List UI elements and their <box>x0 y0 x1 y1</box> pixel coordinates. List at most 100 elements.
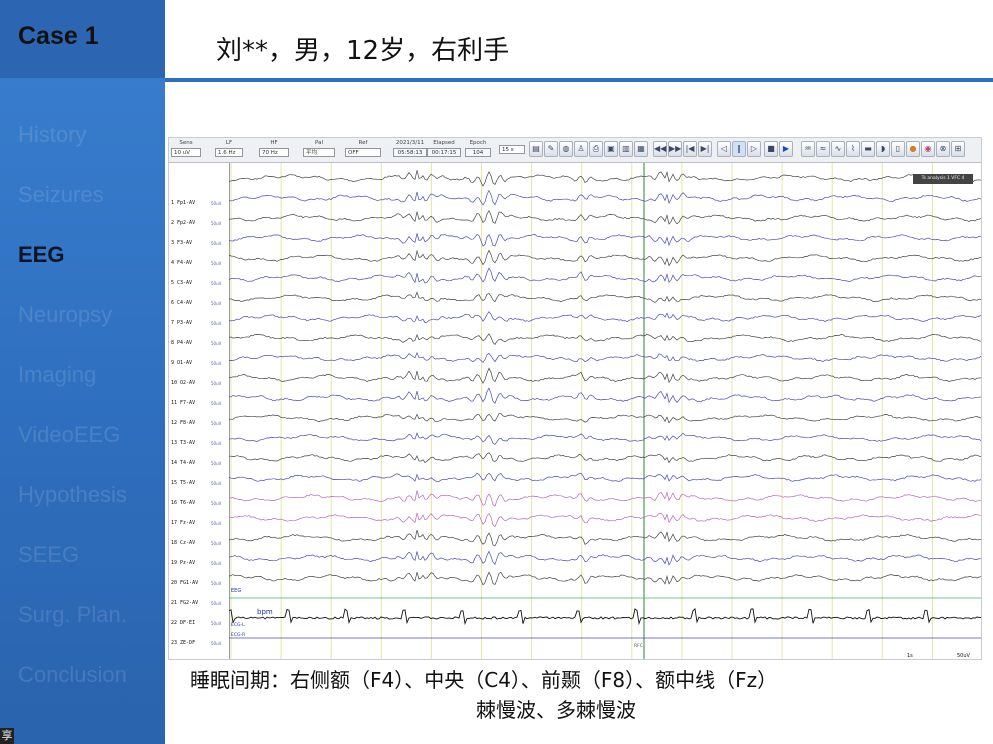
nav-item-videoeeg[interactable]: VideoEEG <box>18 422 120 448</box>
fast-forward-icon[interactable]: ▶▶ <box>668 141 682 157</box>
eeg-toolbar: Sens 10 uV LF 1.6 Hz HF 70 Hz Pal 平均 Ref… <box>169 138 981 163</box>
nav-item-seizures[interactable]: Seizures <box>18 182 104 208</box>
channel-label[interactable]: 5 C3-AV <box>171 280 192 286</box>
channel-label[interactable]: 13 T3-AV <box>171 440 195 446</box>
elapsed-field: Elapsed 00:17:15 <box>427 140 461 157</box>
channel-label[interactable]: 16 T6-AV <box>171 500 195 506</box>
note-icon[interactable]: ▤ <box>529 141 543 157</box>
color-map-icon[interactable]: ◉ <box>921 141 935 157</box>
channel-label[interactable]: 8 P4-AV <box>171 340 192 346</box>
channel-label[interactable]: 2 Fp2-AV <box>171 220 195 226</box>
channel-scale: 50uV <box>211 581 222 586</box>
skip-end-icon[interactable]: ▶| <box>698 141 712 157</box>
spectrum-icon[interactable]: ∿ <box>831 141 845 157</box>
hf-select[interactable]: 70 Hz <box>259 148 289 157</box>
channel-label[interactable]: 1 Fp1-AV <box>171 200 195 206</box>
channel-label[interactable]: 15 T5-AV <box>171 480 195 486</box>
channel-scale: 50uV <box>211 481 222 486</box>
channel-label[interactable]: 4 F4-AV <box>171 260 192 266</box>
channel-label[interactable]: 6 C4-AV <box>171 300 192 306</box>
sens-select[interactable]: 10 uV <box>171 148 201 157</box>
printer-icon[interactable]: ⎙ <box>589 141 603 157</box>
layout-icon[interactable]: ⊞ <box>951 141 965 157</box>
ref-select[interactable]: OFF <box>345 148 381 157</box>
channel-label[interactable]: 11 F7-AV <box>171 400 195 406</box>
wave-icon[interactable]: ⌇ <box>846 141 860 157</box>
eeg-trace-area: EEG bpm ECG-L ECG-R RFC 1s 50uV <box>229 163 981 659</box>
eeg-trace <box>229 267 981 284</box>
channel-scale: 50uV <box>211 521 222 526</box>
eeg-trace <box>229 189 981 206</box>
draw-icon[interactable]: ✎ <box>544 141 558 157</box>
case-tab[interactable]: Case 1 <box>0 0 165 79</box>
play-icon[interactable]: ▶ <box>779 141 793 157</box>
pal-control: Pal 平均 <box>303 140 335 157</box>
pal-select[interactable]: 平均 <box>303 148 335 157</box>
channel-label[interactable]: 9 O1-AV <box>171 360 192 366</box>
channel-label[interactable]: 23 ZE-DF <box>171 640 195 646</box>
channel-label[interactable]: 22 DF-EI <box>171 620 195 626</box>
report-icon[interactable]: ▦ <box>634 141 648 157</box>
lf-select[interactable]: 1.6 Hz <box>215 148 243 157</box>
channel-scale: 50uV <box>211 501 222 506</box>
date-label: 2021/3/11 <box>395 140 425 146</box>
channel-label[interactable]: 21 FG2-AV <box>171 600 198 606</box>
nav-item-history[interactable]: History <box>18 122 86 148</box>
nav-item-surg-plan[interactable]: Surg. Plan. <box>18 602 127 628</box>
eeg-trace <box>229 233 981 247</box>
nav-item-seeg[interactable]: SEEG <box>18 542 79 568</box>
channel-label[interactable]: 20 FG1-AV <box>171 580 198 586</box>
channel-label[interactable]: 3 F3-AV <box>171 240 192 246</box>
ecg-trace <box>229 607 981 626</box>
step-back-icon[interactable]: ◁ <box>717 141 731 157</box>
document-icon[interactable]: ▯ <box>891 141 905 157</box>
pal-label: Pal <box>315 140 323 146</box>
nav-item-hypothesis[interactable]: Hypothesis <box>18 482 127 508</box>
eeg-trace <box>229 351 981 363</box>
globe-icon[interactable]: ◍ <box>559 141 573 157</box>
channel-label[interactable]: 19 Pz-AV <box>171 560 195 566</box>
clock-value: 05:58:13 <box>393 148 427 157</box>
channel-label[interactable]: 17 Fz-AV <box>171 520 195 526</box>
nav-item-eeg[interactable]: EEG <box>18 242 64 268</box>
channel-scale: 50uV <box>211 561 222 566</box>
title-underline <box>165 78 993 82</box>
stop-icon[interactable]: ■ <box>764 141 778 157</box>
sens-control: Sens 10 uV <box>171 140 201 157</box>
save-icon[interactable]: ▣ <box>604 141 618 157</box>
eeg-trace <box>229 512 981 528</box>
step-forward-icon[interactable]: ▷ <box>747 141 761 157</box>
person-icon[interactable]: ♙ <box>574 141 588 157</box>
lf-control: LF 1.6 Hz <box>215 140 243 157</box>
channel-scale: 50uV <box>211 301 222 306</box>
channel-label[interactable]: 18 Cz-AV <box>171 540 195 546</box>
slide-sidebar: Case 1 History Seizures EEG Neuropsy Ima… <box>0 0 165 744</box>
page-length-control: 15 s <box>499 145 525 154</box>
caption-line-2: 棘慢波、多棘慢波 <box>476 698 636 722</box>
channel-label[interactable]: 14 T4-AV <box>171 460 195 466</box>
tag-icon[interactable]: ◗ <box>876 141 890 157</box>
nav-item-neuropsy[interactable]: Neuropsy <box>18 302 112 328</box>
pause-icon[interactable]: ‖ <box>732 141 746 157</box>
chart-icon[interactable]: ▥ <box>619 141 633 157</box>
filter-icon[interactable]: ≈ <box>816 141 830 157</box>
ruler-icon[interactable]: ▬ <box>861 141 875 157</box>
channel-label[interactable]: 10 O2-AV <box>171 380 195 386</box>
channel-label[interactable]: 12 F8-AV <box>171 420 195 426</box>
nav-item-conclusion[interactable]: Conclusion <box>18 662 127 688</box>
head-map-icon[interactable]: ● <box>906 141 920 157</box>
page-length-select[interactable]: 15 s <box>499 145 525 154</box>
nav-item-imaging[interactable]: Imaging <box>18 362 96 388</box>
dipole-icon[interactable]: ⊗ <box>936 141 950 157</box>
epoch-value: 104 <box>465 148 491 157</box>
channel-scale: 50uV <box>211 601 222 606</box>
skip-start-icon[interactable]: |◀ <box>683 141 697 157</box>
epoch-field: Epoch 104 <box>465 140 491 157</box>
eeg-trace <box>229 490 981 507</box>
fast-rewind-icon[interactable]: ◀◀ <box>653 141 667 157</box>
channel-scale: 50uV <box>211 621 222 626</box>
channel-label[interactable]: 7 P3-AV <box>171 320 192 326</box>
channel-scale: 50uV <box>211 241 222 246</box>
montage-icon[interactable]: ♒ <box>801 141 815 157</box>
hf-label: HF <box>270 140 278 146</box>
